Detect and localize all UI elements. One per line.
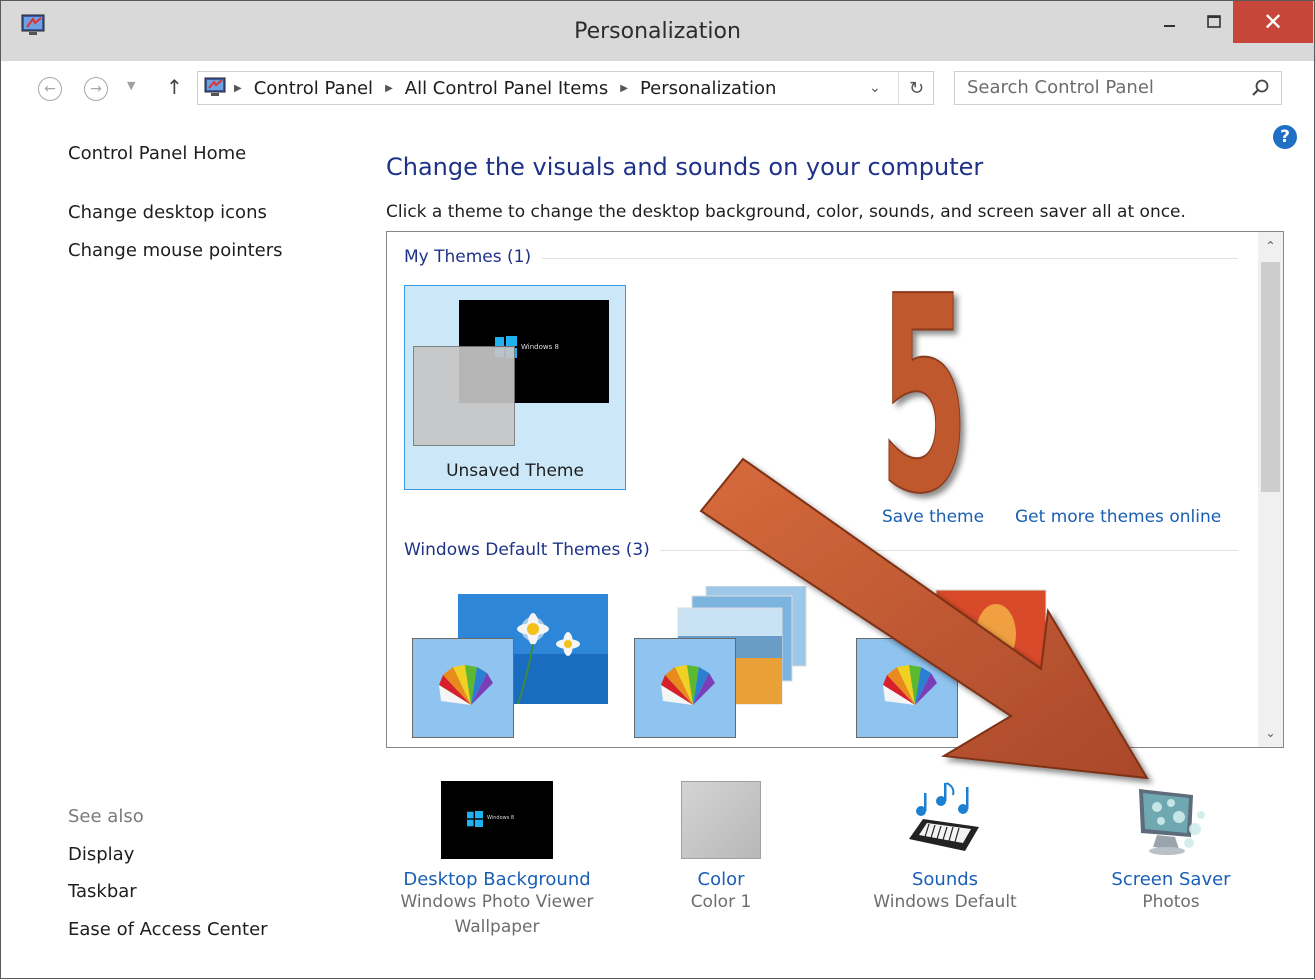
thumbnail-caption: Windows 8 xyxy=(487,815,515,821)
group-divider xyxy=(542,258,1238,259)
chevron-right-icon[interactable]: ▶ xyxy=(385,83,393,94)
control-panel-icon xyxy=(204,77,226,96)
theme-name-label: Unsaved Theme xyxy=(446,461,584,481)
theme-color-swatch xyxy=(856,638,958,738)
title-bar: Personalization ✕ xyxy=(1,1,1314,61)
sounds-link[interactable]: Sounds xyxy=(865,869,1025,890)
theme-earth[interactable] xyxy=(634,584,834,744)
maximize-button[interactable] xyxy=(1194,1,1234,43)
forward-icon: → xyxy=(90,81,102,97)
chevron-down-icon: ⌄ xyxy=(869,80,881,96)
sounds-icon xyxy=(909,782,979,851)
recent-locations-dropdown[interactable]: ▼ xyxy=(127,79,135,92)
see-also-label: See also xyxy=(68,806,144,827)
theme-windows[interactable] xyxy=(412,584,612,744)
scroll-down-button[interactable]: ⌄ xyxy=(1258,721,1283,745)
theme-color-swatch xyxy=(413,346,515,446)
screen-saver-value: Photos xyxy=(1142,892,1200,912)
theme-color-swatch xyxy=(634,638,736,738)
scroll-thumb[interactable] xyxy=(1261,262,1280,492)
get-more-themes-link[interactable]: Get more themes online xyxy=(1015,507,1221,527)
chevron-up-icon: ⌃ xyxy=(1265,239,1276,253)
minimize-icon xyxy=(1164,25,1175,27)
color-fan-icon xyxy=(883,665,937,705)
search-box[interactable]: Search Control Panel xyxy=(954,71,1282,105)
help-icon[interactable]: ? xyxy=(1273,125,1297,149)
color-fan-icon xyxy=(439,665,493,705)
color-value: Color 1 xyxy=(690,892,752,912)
change-desktop-icons-link[interactable]: Change desktop icons xyxy=(68,202,267,223)
theme-unsaved[interactable]: Windows 8 Unsaved Theme xyxy=(404,285,626,490)
chevron-down-icon: ▼ xyxy=(127,79,136,92)
theme-gallery: My Themes (1) Windows 8 Unsaved Theme Sa… xyxy=(386,231,1284,748)
screen-saver-item[interactable]: Screen Saver Photos xyxy=(1101,781,1241,915)
maximize-icon xyxy=(1207,15,1221,28)
up-icon: ↑ xyxy=(166,75,183,99)
gallery-scrollbar[interactable]: ⌃ ⌄ xyxy=(1258,232,1283,747)
desktop-background-value: Windows Photo Viewer xyxy=(400,892,594,912)
breadcrumb-control-panel[interactable]: Control Panel xyxy=(254,78,373,99)
display-link[interactable]: Display xyxy=(68,844,134,865)
address-history-dropdown[interactable]: ⌄ xyxy=(869,80,881,96)
control-panel-home-link[interactable]: Control Panel Home xyxy=(68,143,246,164)
window-title: Personalization xyxy=(574,19,741,44)
color-item[interactable]: Color Color 1 xyxy=(651,781,791,915)
sounds-value: Windows Default xyxy=(873,892,1017,912)
group-divider xyxy=(660,550,1238,551)
navigation-bar: ← → ▼ ↑ ▶ Control Panel ▶ All Control Pa… xyxy=(1,61,1314,115)
sounds-item[interactable]: Sounds Windows Default xyxy=(865,781,1025,915)
up-button[interactable]: ↑ xyxy=(166,75,183,99)
forward-button[interactable]: → xyxy=(84,77,108,101)
back-icon: ← xyxy=(44,81,56,97)
refresh-icon: ↻ xyxy=(908,77,925,99)
screen-saver-icon xyxy=(1139,789,1205,855)
theme-flowers[interactable] xyxy=(856,584,1056,744)
page-title: Change the visuals and sounds on your co… xyxy=(386,153,984,181)
windows-logo-icon xyxy=(467,811,483,827)
chevron-right-icon[interactable]: ▶ xyxy=(234,83,242,94)
back-button[interactable]: ← xyxy=(38,77,62,101)
chevron-right-icon[interactable]: ▶ xyxy=(620,83,628,94)
screen-saver-link[interactable]: Screen Saver xyxy=(1101,869,1241,890)
color-swatch xyxy=(681,781,761,859)
close-button[interactable]: ✕ xyxy=(1233,1,1313,43)
breadcrumb-personalization[interactable]: Personalization xyxy=(640,78,776,99)
close-icon: ✕ xyxy=(1262,8,1284,36)
color-fan-icon xyxy=(661,665,715,705)
change-mouse-pointers-link[interactable]: Change mouse pointers xyxy=(68,240,283,261)
scroll-up-button[interactable]: ⌃ xyxy=(1258,234,1283,258)
default-themes-header: Windows Default Themes (3) xyxy=(404,540,650,560)
search-icon[interactable] xyxy=(1251,78,1271,98)
desktop-background-value-line2: Wallpaper xyxy=(454,917,540,937)
address-bar[interactable]: ▶ Control Panel ▶ All Control Panel Item… xyxy=(197,71,934,105)
minimize-button[interactable] xyxy=(1146,1,1194,43)
chevron-down-icon: ⌄ xyxy=(1265,726,1276,740)
search-input[interactable]: Search Control Panel xyxy=(967,77,1154,98)
taskbar-link[interactable]: Taskbar xyxy=(68,881,137,902)
ease-of-access-link[interactable]: Ease of Access Center xyxy=(68,919,268,940)
refresh-button[interactable]: ↻ xyxy=(898,72,934,104)
save-theme-link[interactable]: Save theme xyxy=(882,507,984,527)
breadcrumb-all-items[interactable]: All Control Panel Items xyxy=(405,78,608,99)
thumbnail-caption: Windows 8 xyxy=(521,343,559,351)
desktop-background-thumbnail: Windows 8 xyxy=(441,781,553,859)
desktop-background-item[interactable]: Windows 8 Desktop Background Windows Pho… xyxy=(397,781,597,940)
page-description: Click a theme to change the desktop back… xyxy=(386,202,1186,222)
my-themes-header: My Themes (1) xyxy=(404,247,532,267)
theme-color-swatch xyxy=(412,638,514,738)
color-link[interactable]: Color xyxy=(651,869,791,890)
breadcrumb: ▶ Control Panel ▶ All Control Panel Item… xyxy=(234,78,776,99)
personalization-window: Personalization ✕ ← → ▼ ↑ ▶ Control Pane… xyxy=(0,0,1315,979)
desktop-background-link[interactable]: Desktop Background xyxy=(397,869,597,890)
